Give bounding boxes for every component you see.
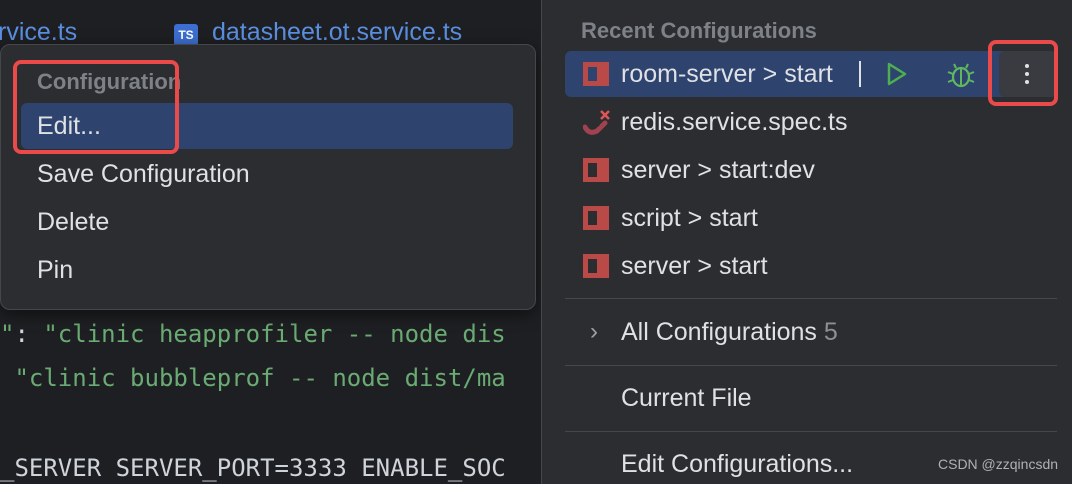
editor-tab-datasheet[interactable]: datasheet.ot.service.ts (212, 18, 462, 47)
text-caret (859, 61, 861, 87)
config-row-server-start-dev[interactable]: server > start:dev (565, 147, 1057, 193)
code-text: _SERVER SERVER_PORT=3333 ENABLE_SOC (0, 454, 506, 482)
config-row-redis-spec[interactable]: redis.service.spec.ts (565, 99, 1057, 145)
code-quote: " (0, 320, 15, 348)
config-row-server-start[interactable]: server > start (565, 243, 1057, 289)
current-file-item[interactable]: Current File (621, 384, 752, 413)
config-label: script > start (621, 204, 758, 232)
code-string: "clinic bubbleprof -- node dist/ma (14, 364, 506, 392)
edit-configurations-item[interactable]: Edit Configurations... (621, 450, 853, 479)
config-label: server > start (621, 252, 768, 280)
editor-tab-service[interactable]: rvice.ts (0, 18, 77, 47)
all-configurations-count: 5 (823, 318, 838, 346)
npm-icon (583, 206, 609, 230)
code-string: "clinic heapprofiler -- node dis (43, 320, 506, 348)
separator (565, 431, 1057, 432)
config-row-room-server-start[interactable]: room-server > start (565, 51, 1057, 97)
config-row-script-start[interactable]: script > start (565, 195, 1057, 241)
debug-icon[interactable] (945, 59, 977, 91)
code-line: ": "clinic heapprofiler -- node dis (0, 320, 506, 348)
recent-configurations-header: Recent Configurations (581, 18, 817, 43)
delete-menu-item[interactable]: Delete (21, 199, 513, 245)
npm-icon (583, 158, 609, 182)
code-line: "clinic bubbleprof -- node dist/ma (0, 364, 506, 392)
separator (565, 365, 1057, 366)
config-label: redis.service.spec.ts (621, 108, 848, 136)
config-label: room-server > start (621, 60, 833, 88)
tab-label: datasheet.ot.service.ts (212, 18, 463, 46)
tab-label: rvice.ts (0, 18, 78, 46)
typescript-file-icon: TS (174, 24, 198, 46)
annotation-highlight-more (988, 40, 1058, 106)
all-configurations-label: All Configurations (621, 318, 817, 346)
config-label: server > start:dev (621, 156, 815, 184)
npm-icon (583, 254, 609, 278)
code-colon: : (14, 320, 44, 348)
save-configuration-menu-item[interactable]: Save Configuration (21, 151, 513, 197)
npm-icon (583, 62, 609, 86)
chevron-right-icon: › (590, 318, 598, 345)
annotation-highlight-edit (13, 60, 179, 154)
run-icon[interactable] (881, 59, 911, 89)
code-line: _SERVER SERVER_PORT=3333 ENABLE_SOC (0, 454, 506, 482)
all-configurations-item[interactable]: All Configurations 5 (621, 318, 838, 347)
jest-test-icon (583, 110, 610, 135)
pin-menu-item[interactable]: Pin (21, 247, 513, 293)
separator (565, 298, 1057, 299)
watermark: CSDN @zzqincsdn (938, 456, 1059, 472)
